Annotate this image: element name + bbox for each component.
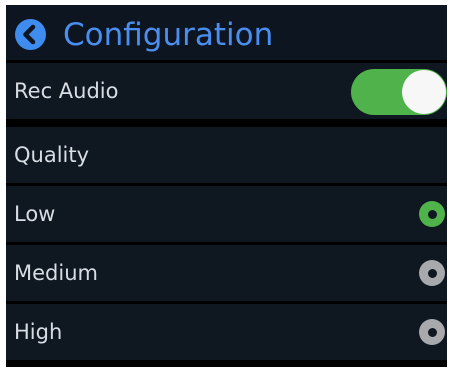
quality-label: Quality — [14, 143, 90, 167]
radio-unselected-icon[interactable] — [419, 319, 445, 345]
chevron-left-icon — [23, 24, 36, 45]
radio-unselected-icon[interactable] — [419, 260, 445, 286]
quality-option-high[interactable]: High — [6, 304, 447, 360]
back-button[interactable] — [15, 19, 46, 50]
radio-selected-icon[interactable] — [419, 201, 445, 227]
page-title: Configuration — [63, 17, 274, 53]
rec-audio-toggle[interactable] — [351, 69, 447, 115]
quality-option-medium[interactable]: Medium — [6, 245, 447, 301]
toggle-knob — [402, 70, 446, 114]
quality-option-low[interactable]: Low — [6, 186, 447, 242]
quality-option-label: High — [14, 320, 63, 344]
quality-option-label: Low — [14, 202, 56, 226]
quality-option-label: Medium — [14, 261, 98, 285]
configuration-screen: Configuration Rec Audio Quality Low Medi… — [6, 5, 447, 367]
rec-audio-row: Rec Audio — [6, 63, 447, 119]
header-bar: Configuration — [6, 5, 447, 60]
rec-audio-label: Rec Audio — [14, 79, 119, 103]
quality-section-header: Quality — [6, 127, 447, 183]
